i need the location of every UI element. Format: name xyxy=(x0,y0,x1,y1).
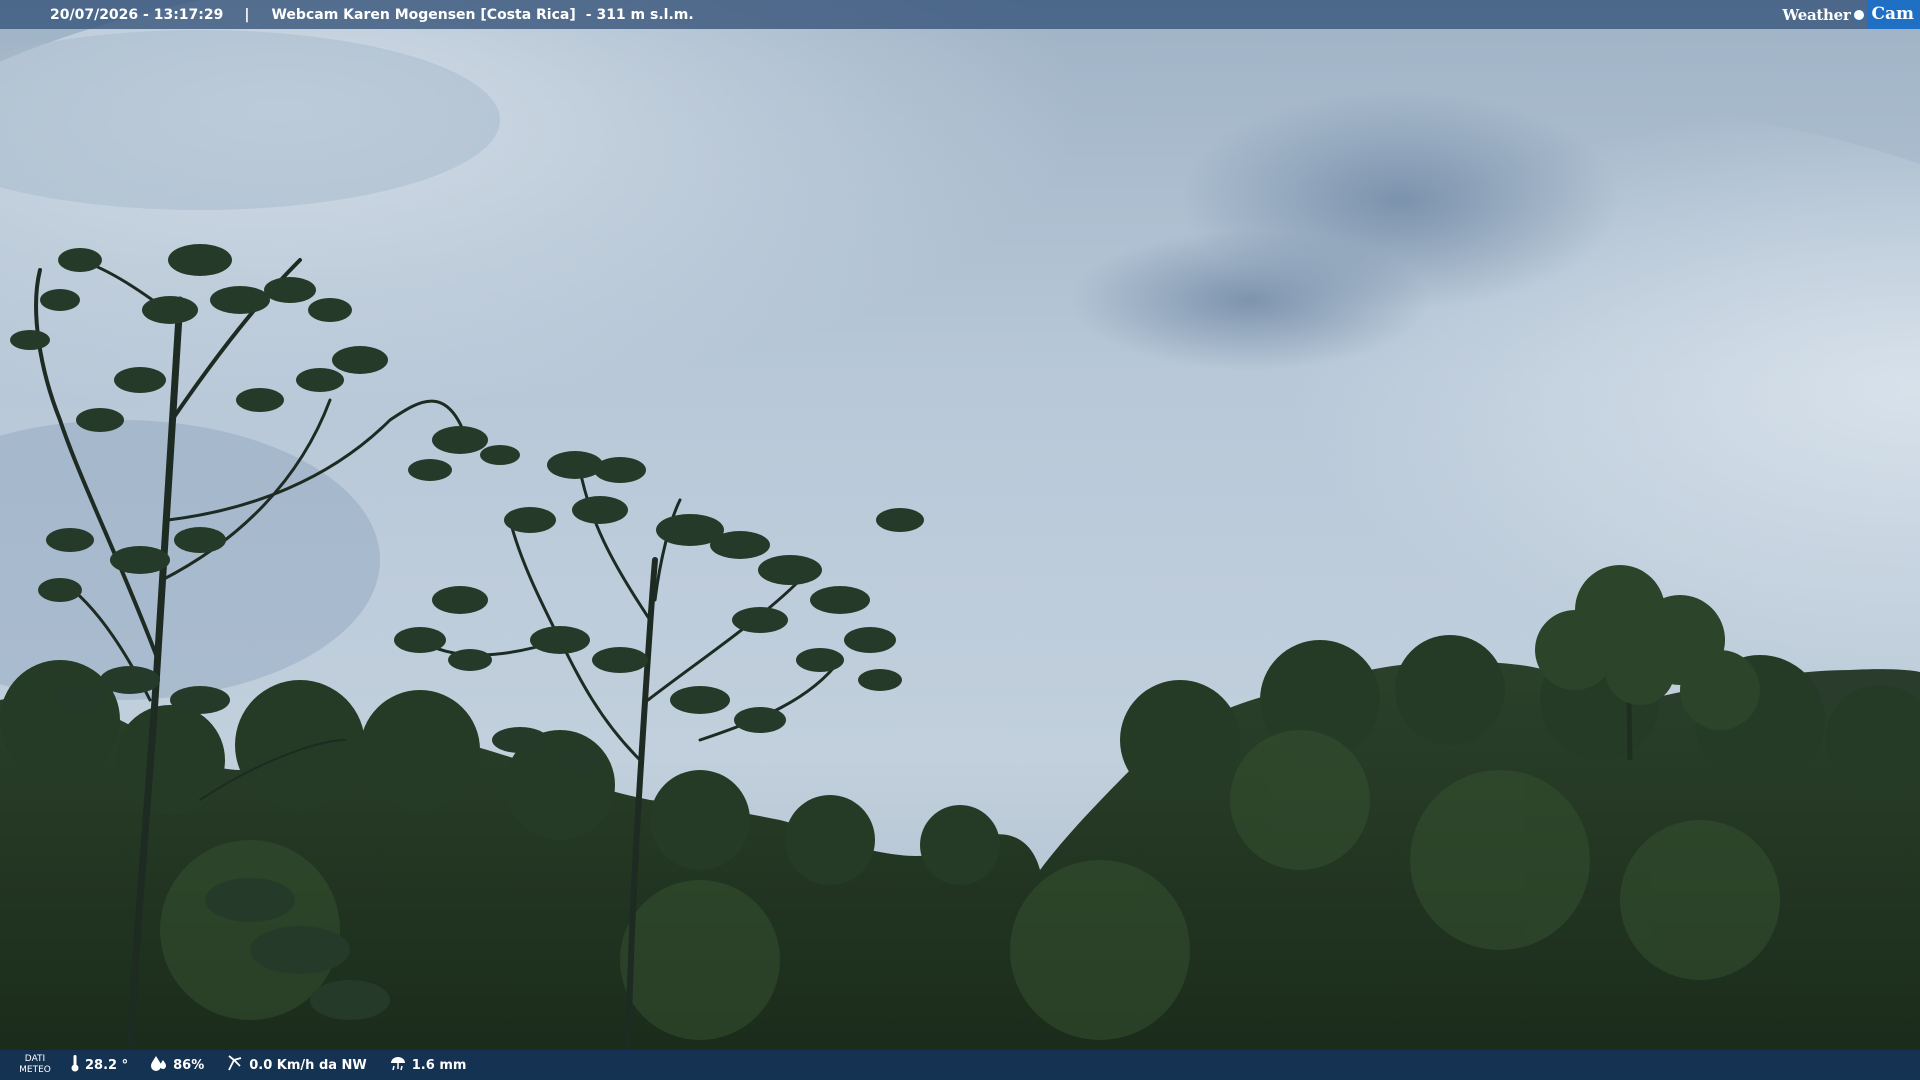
wind-value: 0.0 Km/h da NW xyxy=(249,1057,367,1073)
humidity-drop-icon xyxy=(150,1055,168,1075)
meteo-label: METEO xyxy=(19,1065,51,1075)
humidity-value: 86% xyxy=(173,1057,205,1073)
weather-data-bar: DATI METEO 28.2 ° 86% 0.0 Km/h da NW 1.6… xyxy=(0,1050,1920,1080)
logo-text-cam: Cam xyxy=(1867,0,1920,29)
top-info-bar: 20/07/2026 - 13:17:29 | Webcam Karen Mog… xyxy=(0,0,1920,29)
rain-reading: 1.6 mm xyxy=(389,1055,467,1075)
wind-icon xyxy=(226,1054,244,1076)
scenery xyxy=(0,0,1920,1080)
rain-value: 1.6 mm xyxy=(411,1057,467,1073)
weathercam-logo[interactable]: Weather Cam xyxy=(1782,0,1920,29)
logo-text-weather: Weather xyxy=(1782,5,1851,24)
webcam-image xyxy=(0,0,1920,1080)
temperature-value: 28.2 ° xyxy=(85,1057,129,1073)
dati-meteo-label: DATI METEO xyxy=(0,1054,70,1076)
altitude: - 311 m s.l.m. xyxy=(585,6,694,23)
rain-icon xyxy=(389,1055,407,1075)
separator: | xyxy=(244,6,250,23)
cloud-shadow xyxy=(1070,230,1430,370)
dati-label: DATI xyxy=(24,1054,46,1064)
temperature-reading: 28.2 ° xyxy=(70,1054,128,1076)
timestamp: 20/07/2026 - 13:17:29 xyxy=(50,6,224,23)
logo-dot-icon xyxy=(1853,8,1866,21)
thermometer-icon xyxy=(70,1054,80,1076)
camera-title: Webcam Karen Mogensen [Costa Rica] xyxy=(271,6,576,23)
wind-reading: 0.0 Km/h da NW xyxy=(226,1054,367,1076)
humidity-reading: 86% xyxy=(150,1055,204,1075)
